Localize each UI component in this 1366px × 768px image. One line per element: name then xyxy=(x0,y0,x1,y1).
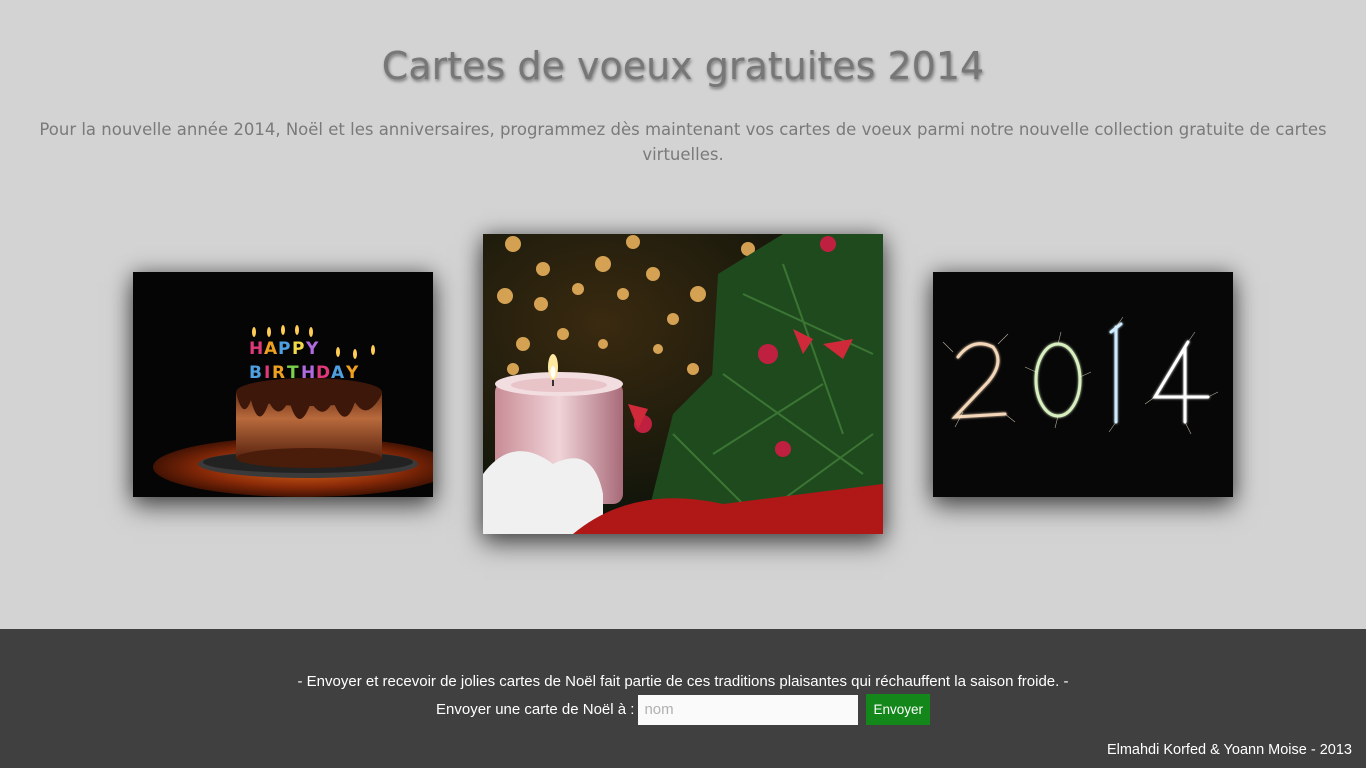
svg-text:I: I xyxy=(264,363,270,383)
christmas-card-image[interactable] xyxy=(483,234,883,534)
svg-text:P: P xyxy=(278,339,290,359)
svg-text:Y: Y xyxy=(305,339,319,359)
page-footer: - Envoyer et recevoir de jolies cartes d… xyxy=(0,629,1366,768)
birthday-card-image[interactable]: H A P P Y B I R T H D A Y xyxy=(133,272,433,497)
svg-text:T: T xyxy=(287,363,299,383)
send-card-label: Envoyer une carte de Noël à : xyxy=(436,701,635,718)
svg-text:B: B xyxy=(249,363,262,383)
svg-text:H: H xyxy=(301,363,315,383)
svg-text:A: A xyxy=(264,339,278,359)
footer-tagline: - Envoyer et recevoir de jolies cartes d… xyxy=(297,673,1069,690)
christmas-candle-illustration xyxy=(483,234,883,534)
svg-text:Y: Y xyxy=(345,363,359,383)
send-button[interactable]: Envoyer xyxy=(866,694,930,725)
sparkler-2014-illustration xyxy=(933,272,1233,497)
send-card-form: Envoyer une carte de Noël à : Envoyer xyxy=(0,694,1366,725)
svg-text:H: H xyxy=(249,339,263,359)
svg-text:R: R xyxy=(272,363,285,383)
card-gallery: H A P P Y B I R T H D A Y xyxy=(0,0,1366,620)
birthday-cake-illustration: H A P P Y B I R T H D A Y xyxy=(133,272,433,497)
svg-text:D: D xyxy=(316,363,330,383)
svg-text:P: P xyxy=(292,339,304,359)
svg-text:A: A xyxy=(331,363,345,383)
new-year-card-image[interactable] xyxy=(933,272,1233,497)
credits-text: Elmahdi Korfed & Yoann Moise - 2013 xyxy=(1106,742,1352,758)
recipient-name-input[interactable] xyxy=(638,694,859,725)
